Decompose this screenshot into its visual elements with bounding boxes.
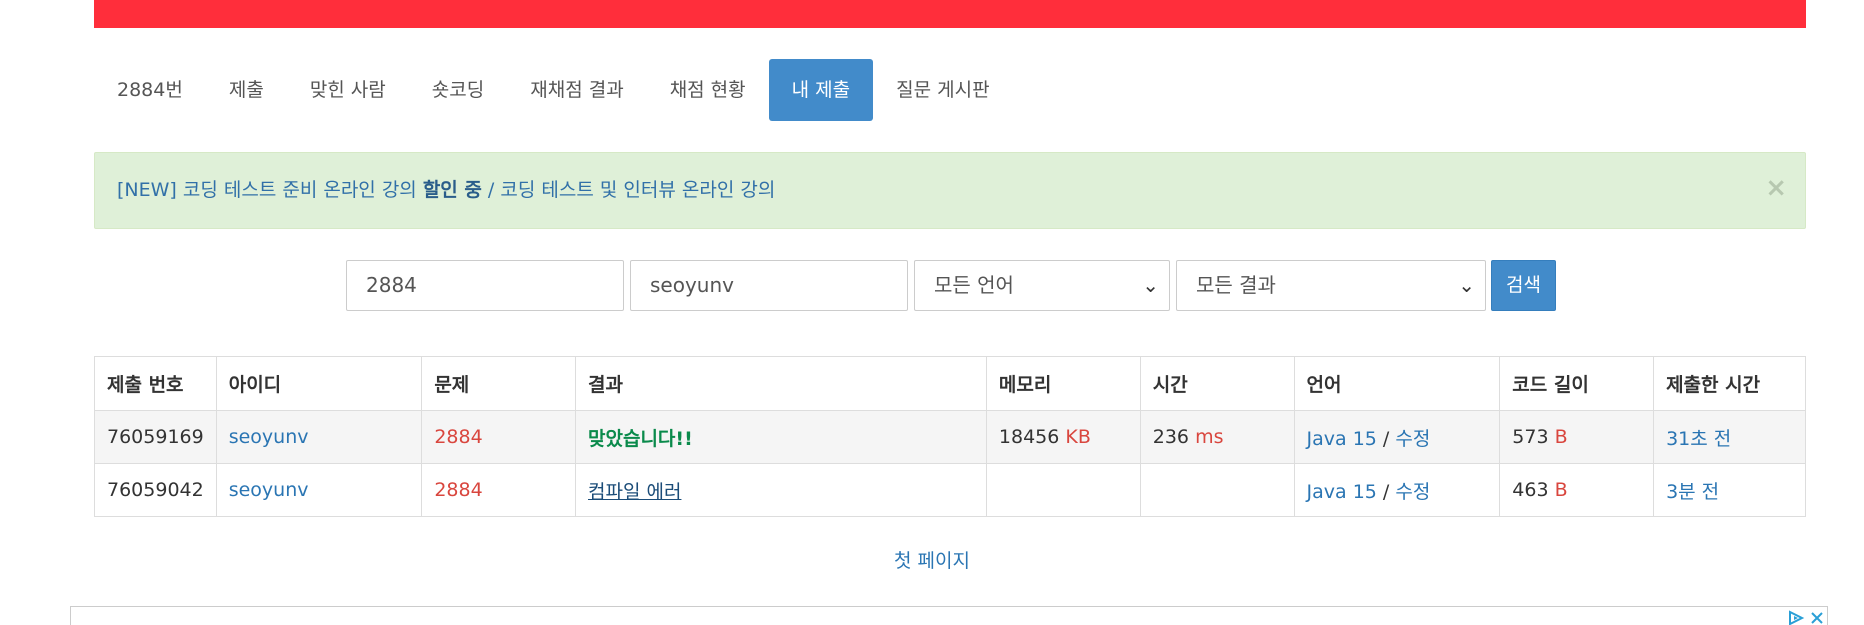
header-memory: 메모리 bbox=[985, 356, 1141, 411]
problem-link[interactable]: 2884 bbox=[434, 426, 482, 448]
page: 2884번 제출 맞힌 사람 숏코딩 재채점 결과 채점 현황 내 제출 질문 … bbox=[0, 0, 1864, 625]
cell-user-id: seoyunv bbox=[215, 463, 423, 517]
nav-judge-status[interactable]: 채점 현황 bbox=[647, 59, 769, 121]
ad-icons bbox=[1787, 610, 1825, 625]
search-button[interactable]: 검색 bbox=[1491, 260, 1556, 311]
time-unit: ms bbox=[1195, 426, 1224, 448]
promo-alert: [NEW] 코딩 테스트 준비 온라인 강의 할인 중 / 코딩 테스트 및 인… bbox=[94, 152, 1806, 229]
alert-separator: / bbox=[481, 179, 501, 201]
first-page-label[interactable]: 첫 페이지 bbox=[894, 550, 970, 572]
cell-user-id: seoyunv bbox=[215, 410, 423, 464]
cell-result: 컴파일 에러 bbox=[575, 463, 987, 517]
code-length-value: 463 bbox=[1512, 479, 1549, 501]
alert-close-button[interactable]: × bbox=[1765, 175, 1787, 201]
problem-nav: 2884번 제출 맞힌 사람 숏코딩 재채점 결과 채점 현황 내 제출 질문 … bbox=[94, 59, 1013, 121]
cell-submission-id: 76059042 bbox=[94, 463, 217, 517]
header-language: 언어 bbox=[1293, 356, 1501, 411]
header-result: 결과 bbox=[575, 356, 987, 411]
memory-unit: KB bbox=[1065, 426, 1091, 448]
alert-text[interactable]: [NEW] 코딩 테스트 준비 온라인 강의 할인 중 / 코딩 테스트 및 인… bbox=[117, 153, 775, 228]
table-row: 76059169 seoyunv 2884 맞았습니다!! 18456 KB 2… bbox=[94, 410, 1806, 464]
cell-submission-id: 76059169 bbox=[94, 410, 217, 464]
code-length-unit: B bbox=[1554, 426, 1568, 448]
language-link[interactable]: Java 15 bbox=[1307, 428, 1377, 450]
chevron-down-icon: ⌄ bbox=[1142, 273, 1159, 297]
header-problem: 문제 bbox=[421, 356, 576, 411]
user-link[interactable]: seoyunv bbox=[229, 426, 309, 448]
cell-submitted-time: 31초 전 bbox=[1653, 410, 1806, 464]
cell-memory bbox=[985, 463, 1141, 517]
submitted-time-link[interactable]: 3분 전 bbox=[1666, 481, 1719, 503]
header-time: 시간 bbox=[1139, 356, 1295, 411]
header-user-id: 아이디 bbox=[215, 356, 423, 411]
time-value: 236 bbox=[1152, 426, 1190, 448]
header-submitted-time: 제출한 시간 bbox=[1653, 356, 1806, 411]
cell-problem: 2884 bbox=[421, 410, 576, 464]
header-submission-id: 제출 번호 bbox=[94, 356, 217, 411]
cell-submitted-time: 3분 전 bbox=[1653, 463, 1806, 517]
submitted-time-link[interactable]: 31초 전 bbox=[1666, 428, 1731, 450]
cell-problem: 2884 bbox=[421, 463, 576, 517]
cell-language: Java 15 / 수정 bbox=[1293, 463, 1501, 517]
cell-code-length: 463 B bbox=[1499, 463, 1655, 517]
adchoices-icon[interactable] bbox=[1787, 610, 1805, 625]
language-select[interactable]: 모든 언어 ⌄ bbox=[914, 260, 1170, 311]
header-code-length: 코드 길이 bbox=[1499, 356, 1655, 411]
nav-solved-users[interactable]: 맞힌 사람 bbox=[287, 59, 409, 121]
cell-time bbox=[1139, 463, 1295, 517]
submissions-table: 제출 번호 아이디 문제 결과 메모리 시간 언어 코드 길이 제출한 시간 7… bbox=[94, 356, 1806, 517]
language-link[interactable]: Java 15 bbox=[1307, 481, 1377, 503]
language-select-value: 모든 언어 bbox=[934, 273, 1014, 297]
close-icon[interactable] bbox=[1809, 610, 1825, 625]
user-link[interactable]: seoyunv bbox=[229, 479, 309, 501]
nav-question-board[interactable]: 질문 게시판 bbox=[873, 59, 1012, 121]
result-accepted: 맞았습니다!! bbox=[588, 427, 693, 450]
first-page-link: 첫 페이지 bbox=[0, 546, 1864, 573]
cell-memory: 18456 KB bbox=[985, 410, 1141, 464]
alert-highlight[interactable]: 할인 중 bbox=[423, 179, 482, 201]
problem-link[interactable]: 2884 bbox=[434, 479, 482, 501]
nav-rejudge-results[interactable]: 재채점 결과 bbox=[507, 59, 646, 121]
table-row: 76059042 seoyunv 2884 컴파일 에러 Java 15 / 수… bbox=[94, 463, 1806, 517]
cell-result: 맞았습니다!! bbox=[575, 410, 987, 464]
nav-problem[interactable]: 2884번 bbox=[94, 59, 206, 121]
result-select[interactable]: 모든 결과 ⌄ bbox=[1176, 260, 1486, 311]
problem-id-input[interactable]: 2884 bbox=[346, 260, 624, 311]
nav-submit[interactable]: 제출 bbox=[206, 59, 287, 121]
code-length-value: 573 bbox=[1512, 426, 1549, 448]
result-compile-error[interactable]: 컴파일 에러 bbox=[588, 481, 681, 503]
alert-suffix[interactable]: 코딩 테스트 및 인터뷰 온라인 강의 bbox=[500, 179, 775, 201]
cell-time: 236 ms bbox=[1139, 410, 1295, 464]
chevron-down-icon: ⌄ bbox=[1458, 273, 1475, 297]
edit-link[interactable]: 수정 bbox=[1395, 428, 1430, 450]
table-header-row: 제출 번호 아이디 문제 결과 메모리 시간 언어 코드 길이 제출한 시간 bbox=[94, 356, 1806, 411]
user-id-input[interactable]: seoyunv bbox=[630, 260, 908, 311]
ad-banner bbox=[70, 606, 1828, 625]
result-select-value: 모든 결과 bbox=[1196, 273, 1276, 297]
top-banner-bar bbox=[94, 0, 1806, 28]
alert-prefix[interactable]: [NEW] 코딩 테스트 준비 온라인 강의 bbox=[117, 179, 423, 201]
edit-link[interactable]: 수정 bbox=[1395, 481, 1430, 503]
cell-code-length: 573 B bbox=[1499, 410, 1655, 464]
memory-value: 18456 bbox=[998, 426, 1060, 448]
code-length-unit: B bbox=[1554, 479, 1568, 501]
nav-my-submissions[interactable]: 내 제출 bbox=[768, 59, 874, 121]
nav-short-coding[interactable]: 숏코딩 bbox=[409, 59, 507, 121]
cell-language: Java 15 / 수정 bbox=[1293, 410, 1501, 464]
